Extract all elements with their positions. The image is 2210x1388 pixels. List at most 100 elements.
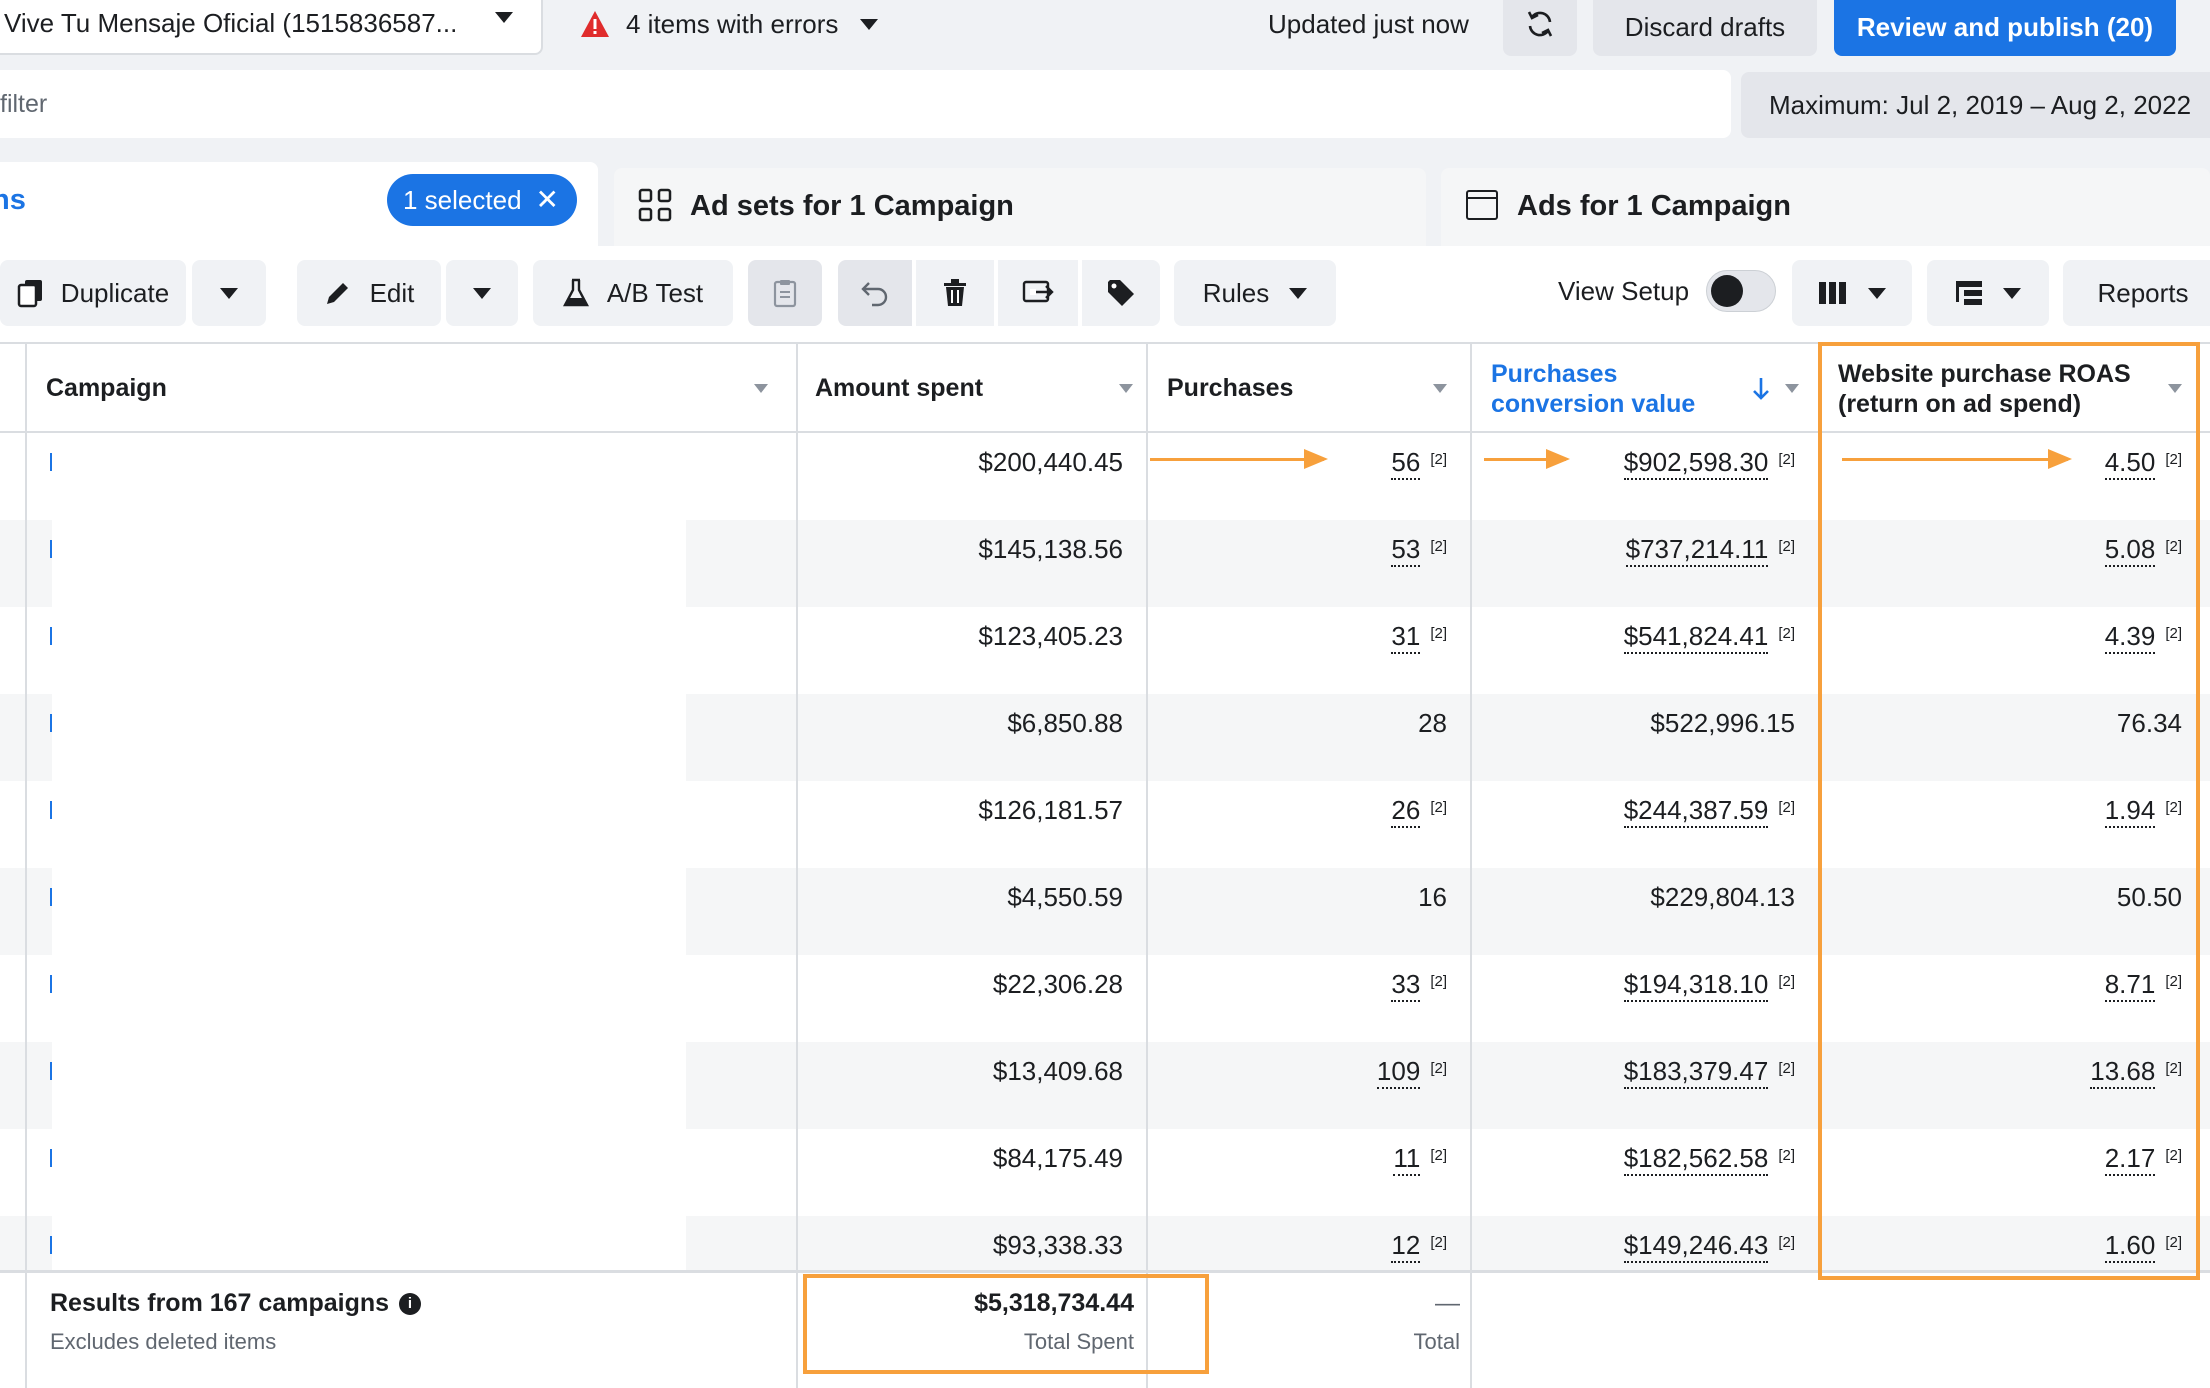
purchases-cell-text[interactable]: 11 — [1393, 1143, 1421, 1176]
duplicate-dropdown-button[interactable] — [192, 260, 266, 326]
table-row[interactable]: $13,409.68 109 [2] $183,379.47 [2] 13.68 [2] — [0, 1042, 2210, 1129]
purchases-cell-text[interactable]: 109 — [1376, 1056, 1421, 1089]
table-row[interactable]: $22,306.28 33 [2] $194,318.10 [2] 8.71 [2] — [0, 955, 2210, 1042]
tag-button[interactable] — [1082, 260, 1160, 326]
purchases-cell-text[interactable]: 26 — [1391, 795, 1421, 828]
chevron-down-icon[interactable] — [754, 384, 768, 393]
campaign-link[interactable] — [50, 888, 52, 906]
amount-spent-cell-text: $123,405.23 — [978, 621, 1123, 651]
account-selector[interactable]: Vive Tu Mensaje Oficial (1515836587... — [0, 0, 543, 55]
footnote-marker: [2] — [1778, 538, 1795, 555]
campaign-link[interactable] — [50, 975, 52, 993]
roas-cell-text[interactable]: 1.60 — [2104, 1230, 2156, 1263]
tab-ads[interactable]: Ads for 1 Campaign — [1441, 168, 2210, 246]
conversion-value-cell-text[interactable]: $182,562.58 — [1623, 1143, 1769, 1176]
conversion-value-cell-text[interactable]: $541,824.41 — [1623, 621, 1769, 654]
roas-cell-text[interactable]: 5.08 — [2104, 534, 2156, 567]
amount-spent-cell: $200,440.45 — [978, 447, 1123, 478]
tab-campaigns[interactable]: ns 1 selected ✕ — [0, 162, 598, 246]
selected-count-label: 1 selected — [403, 184, 522, 215]
edit-button[interactable]: Edit — [297, 260, 441, 326]
footnote-marker: [2] — [2165, 538, 2182, 555]
delete-button[interactable] — [916, 260, 994, 326]
roas-cell: 2.17 [2] — [2104, 1143, 2182, 1176]
paste-button[interactable] — [748, 260, 822, 326]
roas-cell-text[interactable]: 13.68 — [2090, 1056, 2156, 1089]
campaign-link[interactable] — [50, 1236, 52, 1254]
selected-count-pill[interactable]: 1 selected ✕ — [387, 174, 577, 226]
conversion-value-cell-text[interactable]: $194,318.10 — [1623, 969, 1769, 1002]
roas-cell-text[interactable]: 4.50 — [2104, 447, 2156, 480]
conversion-value-cell: $183,379.47 [2] — [1623, 1056, 1795, 1089]
column-header-conversion-value[interactable]: Purchases conversion value — [1491, 344, 1815, 433]
close-icon[interactable]: ✕ — [536, 186, 559, 214]
pencil-icon — [326, 283, 348, 304]
campaign-link[interactable] — [50, 1149, 52, 1167]
arrow-down-icon — [1753, 378, 1769, 400]
roas-cell-text[interactable]: 8.71 — [2104, 969, 2156, 1002]
table-row[interactable]: $84,175.49 11 [2] $182,562.58 [2] 2.17 [2] — [0, 1129, 2210, 1216]
view-setup-toggle[interactable] — [1706, 270, 1776, 312]
columns-button[interactable] — [1792, 260, 1912, 326]
campaign-link[interactable] — [50, 627, 52, 645]
amount-spent-cell-text: $4,550.59 — [1007, 882, 1123, 912]
ab-test-button[interactable]: A/B Test — [533, 260, 733, 326]
table-row[interactable]: $126,181.57 26 [2] $244,387.59 [2] 1.94 [2] — [0, 781, 2210, 868]
chevron-down-icon[interactable] — [1785, 384, 1799, 393]
campaign-link[interactable] — [50, 714, 52, 732]
search-filter-input[interactable]: filter — [0, 70, 1731, 138]
conversion-value-cell-text[interactable]: $737,214.11 — [1625, 534, 1769, 567]
rules-button[interactable]: Rules — [1174, 260, 1336, 326]
amount-spent-cell: $123,405.23 — [978, 621, 1123, 652]
conversion-value-cell-text[interactable]: $149,246.43 — [1623, 1230, 1769, 1263]
column-header-campaign[interactable]: Campaign — [46, 344, 784, 433]
campaign-link[interactable] — [50, 1062, 52, 1080]
chevron-down-icon[interactable] — [1119, 384, 1133, 393]
campaign-link[interactable] — [50, 453, 52, 471]
column-header-roas[interactable]: Website purchase ROAS (return on ad spen… — [1838, 344, 2198, 433]
date-range-picker[interactable]: Maximum: Jul 2, 2019 – Aug 2, 2022 — [1741, 72, 2210, 138]
review-publish-button[interactable]: Review and publish (20) — [1834, 0, 2176, 56]
tab-ad-sets[interactable]: Ad sets for 1 Campaign — [614, 168, 1426, 246]
export-button[interactable] — [998, 260, 1078, 326]
chevron-down-icon[interactable] — [2168, 384, 2182, 393]
campaign-link[interactable] — [50, 801, 52, 819]
breakdown-button[interactable] — [1927, 260, 2049, 326]
reports-button[interactable]: Reports — [2063, 260, 2210, 326]
amount-spent-cell-text: $84,175.49 — [992, 1143, 1123, 1173]
table-row[interactable]: $6,850.88 28 $522,996.15 76.34 — [0, 694, 2210, 781]
table-row[interactable]: $4,550.59 16 $229,804.13 50.50 — [0, 868, 2210, 955]
footnote-marker: [2] — [1430, 799, 1447, 816]
annotation-arrow — [1484, 449, 1570, 469]
flask-icon — [562, 278, 589, 307]
amount-spent-cell-text: $126,181.57 — [978, 795, 1123, 825]
roas-cell-text[interactable]: 4.39 — [2104, 621, 2156, 654]
column-header-amount-spent[interactable]: Amount spent — [815, 344, 1149, 433]
roas-cell-text[interactable]: 1.94 — [2104, 795, 2156, 828]
conversion-value-cell-text[interactable]: $902,598.30 — [1623, 447, 1769, 480]
purchases-cell-text[interactable]: 33 — [1391, 969, 1421, 1002]
info-icon[interactable]: i — [399, 1292, 422, 1315]
purchases-cell-text[interactable]: 31 — [1391, 621, 1421, 654]
amount-spent-cell: $13,409.68 — [993, 1056, 1123, 1087]
edit-dropdown-button[interactable] — [446, 260, 518, 326]
errors-dropdown[interactable]: 4 items with errors — [580, 4, 879, 44]
refresh-button[interactable] — [1503, 0, 1577, 56]
campaign-link[interactable] — [50, 540, 52, 558]
conversion-value-cell-text[interactable]: $183,379.47 — [1623, 1056, 1769, 1089]
conversion-value-cell-text[interactable]: $244,387.59 — [1623, 795, 1769, 828]
purchases-cell-text[interactable]: 53 — [1391, 534, 1421, 567]
discard-drafts-button[interactable]: Discard drafts — [1593, 0, 1817, 56]
duplicate-button[interactable]: Duplicate — [0, 260, 186, 326]
roas-cell: 8.71 [2] — [2104, 969, 2182, 1002]
table-row[interactable]: $145,138.56 53 [2] $737,214.11 [2] 5.08 [2] — [0, 520, 2210, 607]
chevron-down-icon[interactable] — [1433, 384, 1447, 393]
grid-icon — [638, 188, 672, 222]
purchases-cell-text[interactable]: 12 — [1391, 1230, 1421, 1263]
purchases-cell-text[interactable]: 56 — [1391, 447, 1421, 480]
undo-button[interactable] — [838, 260, 912, 326]
table-row[interactable]: $200,440.45 56 [2] $902,598.30 [2] 4.50 [2] — [0, 433, 2210, 520]
table-row[interactable]: $123,405.23 31 [2] $541,824.41 [2] 4.39 [2] — [0, 607, 2210, 694]
roas-cell-text[interactable]: 2.17 — [2104, 1143, 2156, 1176]
column-header-purchases[interactable]: Purchases — [1167, 344, 1463, 433]
